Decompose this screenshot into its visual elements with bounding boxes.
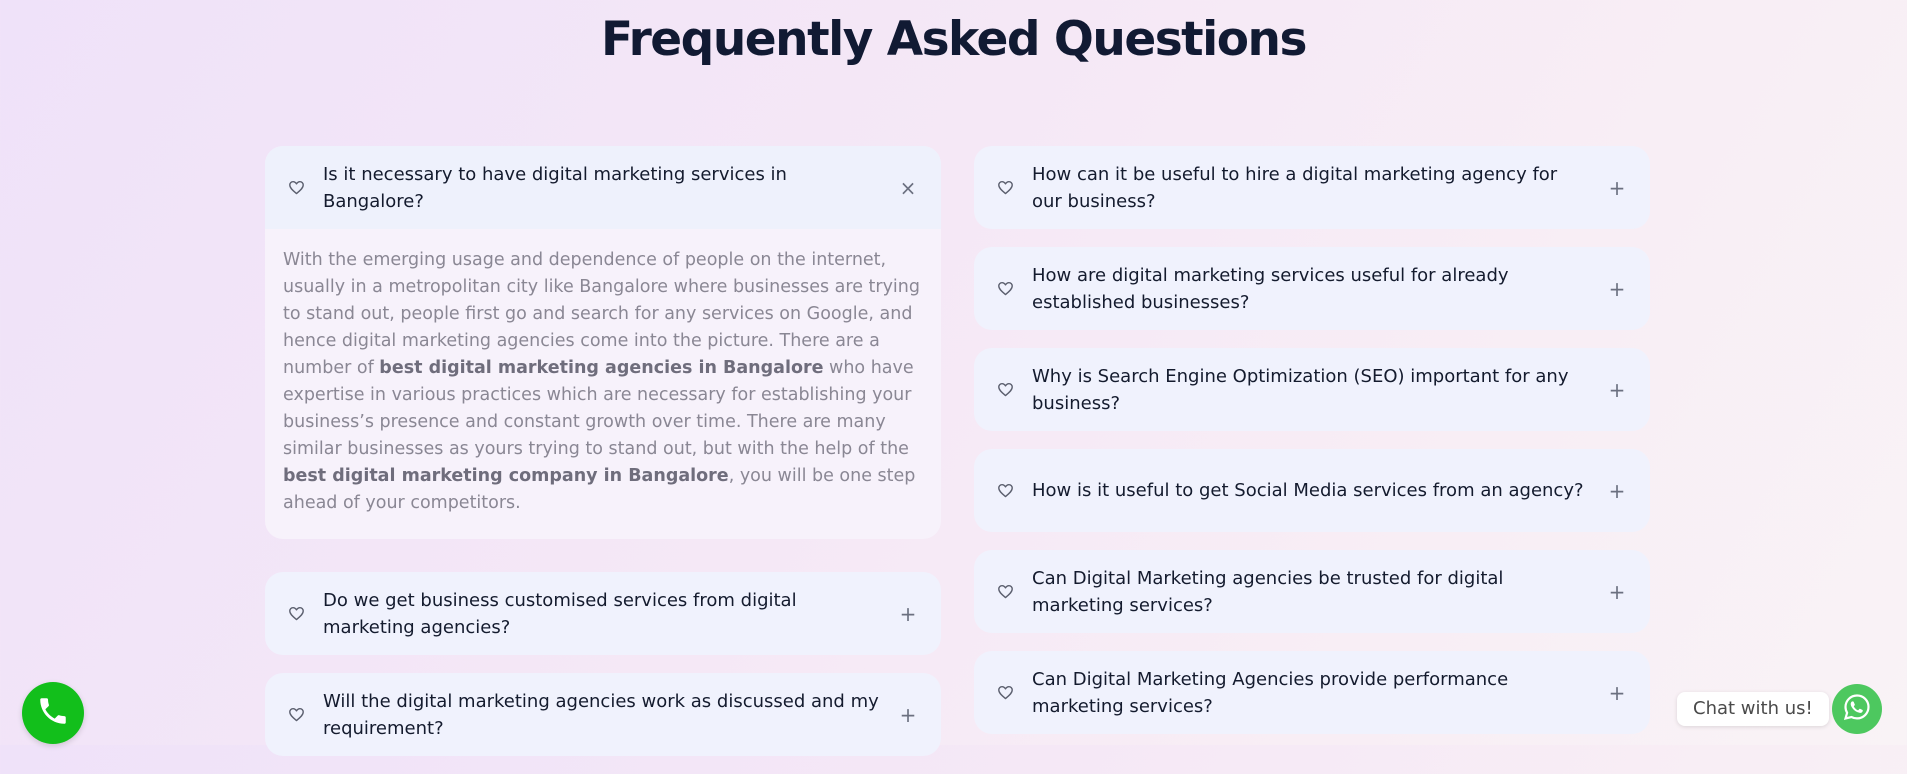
faq-question: Can Digital Marketing Agencies provide p… bbox=[1032, 668, 1509, 717]
faq-item: Can Digital Marketing agencies be truste… bbox=[974, 550, 1650, 633]
plus-icon[interactable]: + bbox=[895, 602, 921, 626]
heart-icon bbox=[996, 381, 1014, 399]
call-button[interactable] bbox=[22, 682, 84, 744]
faq-question: How is it useful to get Social Media ser… bbox=[1032, 480, 1584, 501]
faq-question: Can Digital Marketing agencies be truste… bbox=[1032, 567, 1504, 616]
faq-item: Can Digital Marketing Agencies provide p… bbox=[974, 651, 1650, 734]
heart-icon bbox=[996, 179, 1014, 197]
faq-item: Why is Search Engine Optimization (SEO) … bbox=[974, 348, 1650, 431]
faq-question-row[interactable]: Can Digital Marketing agencies be truste… bbox=[974, 550, 1650, 633]
faq-question-row[interactable]: Can Digital Marketing Agencies provide p… bbox=[974, 651, 1650, 734]
faq-answer: With the emerging usage and dependence o… bbox=[265, 229, 941, 539]
faq-column-right: How can it be useful to hire a digital m… bbox=[974, 146, 1650, 752]
heart-icon bbox=[996, 482, 1014, 500]
heart-icon bbox=[287, 706, 305, 724]
faq-item: Will the digital marketing agencies work… bbox=[265, 673, 941, 756]
faq-question: Will the digital marketing agencies work… bbox=[323, 690, 879, 739]
faq-item: How are digital marketing services usefu… bbox=[974, 247, 1650, 330]
faq-column-left: Is it necessary to have digital marketin… bbox=[265, 146, 941, 774]
faq-item: How is it useful to get Social Media ser… bbox=[974, 449, 1650, 532]
faq-question: Do we get business customised services f… bbox=[323, 589, 797, 638]
answer-bold-text: best digital marketing company in Bangal… bbox=[283, 466, 729, 486]
plus-icon[interactable]: + bbox=[1604, 580, 1630, 604]
faq-question-row[interactable]: Why is Search Engine Optimization (SEO) … bbox=[974, 348, 1650, 431]
faq-question-row[interactable]: Is it necessary to have digital marketin… bbox=[265, 146, 941, 229]
plus-icon[interactable]: + bbox=[1604, 176, 1630, 200]
plus-icon[interactable]: + bbox=[895, 703, 921, 727]
phone-icon bbox=[36, 694, 70, 732]
whatsapp-icon bbox=[1841, 691, 1873, 727]
whatsapp-button[interactable] bbox=[1832, 684, 1882, 734]
plus-icon[interactable]: + bbox=[1604, 277, 1630, 301]
faq-question-row[interactable]: How are digital marketing services usefu… bbox=[974, 247, 1650, 330]
heart-icon bbox=[996, 684, 1014, 702]
plus-icon[interactable]: + bbox=[1604, 479, 1630, 503]
heart-icon bbox=[996, 280, 1014, 298]
plus-icon[interactable]: + bbox=[1604, 681, 1630, 705]
faq-item: Is it necessary to have digital marketin… bbox=[265, 146, 941, 539]
faq-question-row[interactable]: Do we get business customised services f… bbox=[265, 572, 941, 655]
plus-icon[interactable]: + bbox=[1604, 378, 1630, 402]
faq-question-row[interactable]: Will the digital marketing agencies work… bbox=[265, 673, 941, 756]
faq-item: How can it be useful to hire a digital m… bbox=[974, 146, 1650, 229]
faq-item: Do we get business customised services f… bbox=[265, 572, 941, 655]
faq-question: How can it be useful to hire a digital m… bbox=[1032, 163, 1558, 212]
chat-label[interactable]: Chat with us! bbox=[1677, 692, 1829, 726]
faq-question: Is it necessary to have digital marketin… bbox=[323, 163, 787, 212]
close-icon[interactable]: × bbox=[895, 176, 921, 200]
faq-question: Why is Search Engine Optimization (SEO) … bbox=[1032, 365, 1569, 414]
heart-icon bbox=[287, 605, 305, 623]
heart-icon bbox=[996, 583, 1014, 601]
page-title: Frequently Asked Questions bbox=[601, 12, 1307, 67]
faq-question-row[interactable]: How is it useful to get Social Media ser… bbox=[974, 449, 1650, 532]
answer-bold-text: best digital marketing agencies in Banga… bbox=[379, 358, 824, 378]
faq-question: How are digital marketing services usefu… bbox=[1032, 264, 1509, 313]
heart-icon bbox=[287, 179, 305, 197]
faq-question-row[interactable]: How can it be useful to hire a digital m… bbox=[974, 146, 1650, 229]
